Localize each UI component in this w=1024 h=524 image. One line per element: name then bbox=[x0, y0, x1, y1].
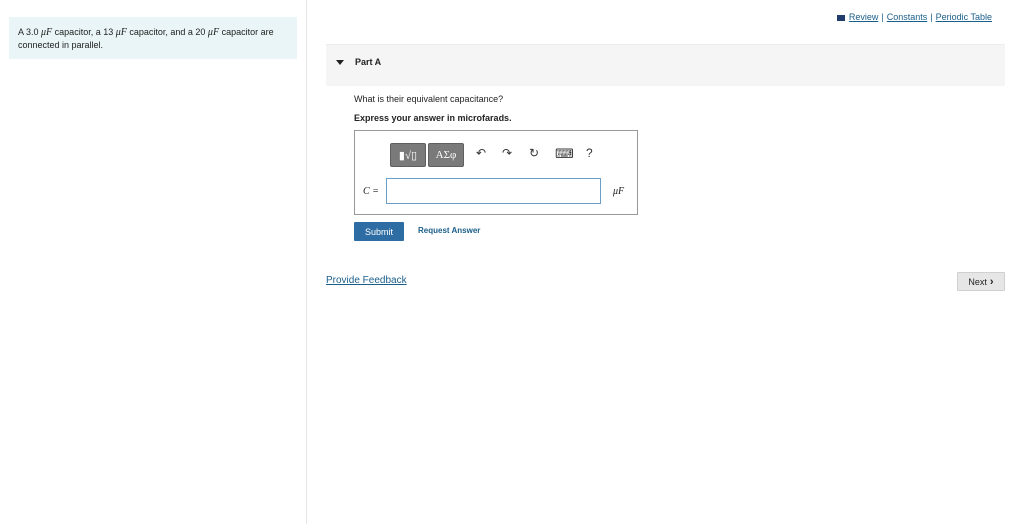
symbols-button[interactable]: ΑΣφ bbox=[428, 143, 464, 167]
reset-icon[interactable]: ↻ bbox=[529, 146, 539, 160]
chevron-right-icon: › bbox=[989, 275, 994, 288]
answer-box: ▮√▯ ΑΣφ ↶ ↷ ↻ ⌨ ? C = μF bbox=[354, 130, 638, 215]
caret-down-icon[interactable] bbox=[336, 60, 344, 65]
undo-icon[interactable]: ↶ bbox=[476, 146, 486, 160]
keyboard-icon[interactable]: ⌨ bbox=[555, 146, 574, 162]
review-icon bbox=[836, 14, 845, 21]
unit-microfarad: μF bbox=[207, 27, 220, 38]
submit-button[interactable]: Submit bbox=[354, 222, 404, 241]
part-title: Part A bbox=[355, 57, 382, 67]
periodic-table-link[interactable]: Periodic Table bbox=[936, 12, 992, 22]
provide-feedback-link[interactable]: Provide Feedback bbox=[326, 275, 407, 286]
part-a-header[interactable]: Part A bbox=[326, 44, 1005, 86]
constants-link[interactable]: Constants bbox=[887, 12, 928, 22]
question-text: What is their equivalent capacitance? bbox=[354, 94, 504, 104]
unit-microfarad: μF bbox=[41, 27, 53, 38]
variable-label: C = bbox=[363, 186, 379, 197]
top-links: Review | Constants | Periodic Table bbox=[836, 12, 992, 22]
problem-panel: A 3.0 μF capacitor, a 13 μF capacitor, a… bbox=[0, 0, 307, 524]
review-link[interactable]: Review bbox=[849, 12, 879, 22]
help-icon[interactable]: ? bbox=[586, 146, 593, 160]
unit-microfarad: μF bbox=[115, 27, 127, 38]
next-button[interactable]: Next › bbox=[957, 272, 1005, 291]
request-answer-link[interactable]: Request Answer bbox=[418, 226, 480, 235]
problem-statement: A 3.0 μF capacitor, a 13 μF capacitor, a… bbox=[9, 17, 297, 59]
unit-label: μF bbox=[613, 186, 625, 197]
answer-input[interactable] bbox=[386, 178, 601, 204]
instruction-text: Express your answer in microfarads. bbox=[354, 113, 512, 123]
templates-button[interactable]: ▮√▯ bbox=[390, 143, 426, 167]
redo-icon[interactable]: ↷ bbox=[502, 146, 512, 160]
